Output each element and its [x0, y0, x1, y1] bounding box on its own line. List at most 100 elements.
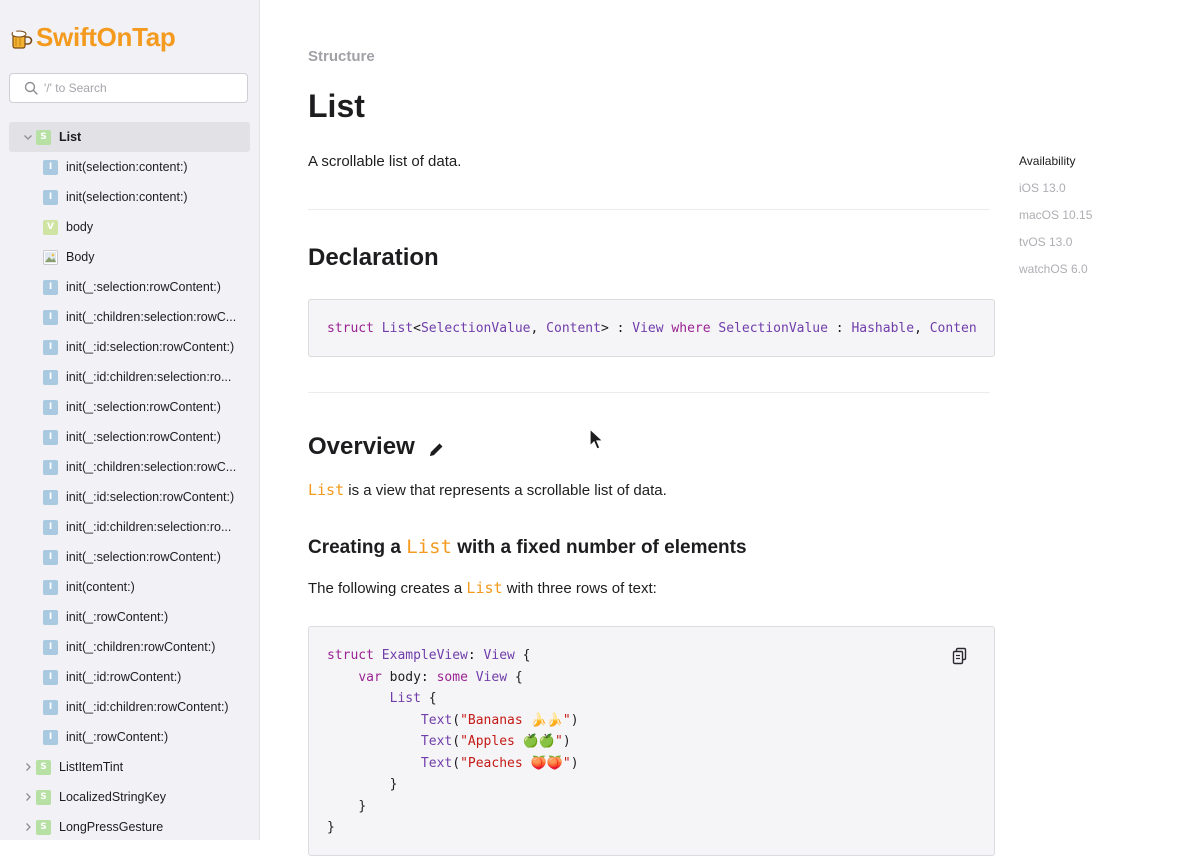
symbol-type-i-icon: I — [43, 579, 58, 595]
symbol-type-i-icon: I — [43, 639, 58, 655]
chevron-right-icon[interactable] — [22, 761, 34, 773]
sidebar: SwiftOnTap S List Iinit(selection:content:… — [0, 0, 260, 840]
divider — [308, 209, 990, 210]
image-type-icon — [43, 249, 58, 265]
sidebar-item[interactable]: Iinit(_:id:children:selection:ro... — [9, 512, 250, 542]
sidebar-section[interactable]: S LongPressGesture — [9, 812, 250, 840]
symbol-type-i-icon: I — [43, 669, 58, 685]
symbol-type-i-icon: I — [43, 369, 58, 385]
symbol-type-i-icon: I — [43, 519, 58, 535]
sidebar-item[interactable]: Iinit(selection:content:) — [9, 182, 250, 212]
symbol-type-i-icon: I — [43, 159, 58, 175]
sidebar-item[interactable]: Iinit(_:rowContent:) — [9, 602, 250, 632]
sidebar-item[interactable]: Iinit(_:selection:rowContent:) — [9, 542, 250, 572]
sidebar-item-label: init(_:children:rowContent:) — [66, 640, 216, 654]
section-paragraph: The following creates a List with three … — [308, 579, 657, 597]
overview-heading-text: Overview — [308, 433, 415, 460]
symbol-type-s-icon: S — [36, 789, 51, 805]
brand-logo[interactable]: Swift OnTap — [10, 20, 176, 54]
copy-icon[interactable] — [952, 647, 968, 665]
brand-name-ontap: OnTap — [96, 21, 176, 52]
sidebar-nav: S List Iinit(selection:content:) Iinit(sele… — [9, 122, 250, 840]
chevron-down-icon[interactable] — [22, 131, 34, 143]
sidebar-item-label: body — [66, 220, 94, 234]
symbol-type-i-icon: I — [43, 279, 58, 295]
sidebar-item[interactable]: Iinit(_:children:selection:rowC... — [9, 452, 250, 482]
search-box[interactable] — [9, 73, 248, 103]
sidebar-item-label: init(_:id:rowContent:) — [66, 670, 182, 684]
symbol-type-i-icon: I — [43, 429, 58, 445]
availability-title: Availability — [1019, 154, 1076, 168]
beer-mug-icon — [10, 26, 34, 49]
chevron-right-icon[interactable] — [22, 791, 34, 803]
declaration-code-block[interactable]: struct List<SelectionValue, Content> : V… — [308, 299, 995, 357]
sidebar-item-label: init(_:selection:rowContent:) — [66, 430, 221, 444]
sidebar-item-label: init(_:children:selection:rowC... — [66, 310, 237, 324]
symbol-type-i-icon: I — [43, 189, 58, 205]
search-input[interactable] — [44, 81, 234, 95]
section-heading: Creating a List with a fixed number of e… — [308, 536, 747, 558]
sidebar-item-label: init(_:children:selection:rowC... — [66, 460, 237, 474]
example-code: struct ExampleView: View { var body: som… — [327, 648, 579, 835]
sidebar-item[interactable]: Iinit(_:children:rowContent:) — [9, 632, 250, 662]
inline-code-list[interactable]: List — [466, 579, 502, 597]
symbol-type-s-icon: S — [36, 129, 51, 145]
sidebar-item[interactable]: Body — [9, 242, 250, 272]
edit-pencil-icon[interactable] — [427, 438, 445, 456]
sidebar-item[interactable]: Iinit(_:children:selection:rowC... — [9, 302, 250, 332]
search-icon — [24, 81, 38, 95]
sidebar-item[interactable]: Iinit(_:id:selection:rowContent:) — [9, 332, 250, 362]
symbol-type-v-icon: V — [43, 219, 58, 235]
declaration-heading: Declaration — [308, 244, 439, 271]
sidebar-item[interactable]: Iinit(content:) — [9, 572, 250, 602]
sidebar-item[interactable]: Iinit(_:id:children:selection:ro... — [9, 362, 250, 392]
inline-code-list[interactable]: List — [406, 536, 452, 558]
example-code-block[interactable]: struct ExampleView: View { var body: som… — [308, 626, 995, 856]
page-abstract: A scrollable list of data. — [308, 153, 462, 170]
sidebar-item-label: init(_:selection:rowContent:) — [66, 280, 221, 294]
sidebar-item[interactable]: Iinit(selection:content:) — [9, 152, 250, 182]
mouse-cursor-icon — [589, 427, 605, 452]
sidebar-item-label: init(content:) — [66, 580, 135, 594]
sidebar-item-label: init(selection:content:) — [66, 190, 188, 204]
symbol-type-i-icon: I — [43, 399, 58, 415]
symbol-type-i-icon: I — [43, 609, 58, 625]
symbol-type-i-icon: I — [43, 699, 58, 715]
sidebar-item[interactable]: Iinit(_:selection:rowContent:) — [9, 392, 250, 422]
sidebar-item-label: init(_:selection:rowContent:) — [66, 550, 221, 564]
sidebar-item[interactable]: Iinit(_:id:selection:rowContent:) — [9, 482, 250, 512]
sidebar-item[interactable]: Iinit(_:selection:rowContent:) — [9, 272, 250, 302]
availability-tvos: tvOS 13.0 — [1019, 235, 1073, 249]
page-title: List — [308, 88, 365, 124]
sidebar-item[interactable]: Iinit(_:id:children:rowContent:) — [9, 692, 250, 722]
availability-macos: macOS 10.15 — [1019, 208, 1093, 222]
divider — [308, 392, 990, 393]
symbol-type-i-icon: I — [43, 729, 58, 745]
symbol-type-i-icon: I — [43, 549, 58, 565]
sidebar-item[interactable]: Vbody — [9, 212, 250, 242]
sidebar-item-label: init(selection:content:) — [66, 160, 188, 174]
sidebar-item-label: init(_:id:selection:rowContent:) — [66, 490, 235, 504]
sidebar-item-label: LocalizedStringKey — [59, 790, 167, 804]
sidebar-item-label: LongPressGesture — [59, 820, 164, 834]
sidebar-item-label: ListItemTint — [59, 760, 124, 774]
sidebar-item[interactable]: Iinit(_:selection:rowContent:) — [9, 422, 250, 452]
sidebar-section[interactable]: S ListItemTint — [9, 752, 250, 782]
symbol-type-i-icon: I — [43, 309, 58, 325]
inline-code-list[interactable]: List — [308, 481, 344, 499]
sidebar-item[interactable]: Iinit(_:rowContent:) — [9, 722, 250, 752]
chevron-right-icon[interactable] — [22, 821, 34, 833]
sidebar-item[interactable]: Iinit(_:id:rowContent:) — [9, 662, 250, 692]
sidebar-item-label: init(_:selection:rowContent:) — [66, 400, 221, 414]
availability-panel: Availability iOS 13.0 macOS 10.15 tvOS 1… — [1019, 152, 1159, 287]
sidebar-section[interactable]: S List — [9, 122, 250, 152]
sidebar-item-label: init(_:rowContent:) — [66, 610, 169, 624]
availability-watchos: watchOS 6.0 — [1019, 262, 1088, 276]
sidebar-item-label: init(_:id:children:selection:ro... — [66, 520, 232, 534]
sidebar-item-label: init(_:id:selection:rowContent:) — [66, 340, 235, 354]
sidebar-item-label: init(_:id:children:selection:ro... — [66, 370, 232, 384]
symbol-type-s-icon: S — [36, 819, 51, 835]
sidebar-section[interactable]: S LocalizedStringKey — [9, 782, 250, 812]
sidebar-item-label: List — [59, 130, 82, 144]
declaration-code: struct List<SelectionValue, Content> : V… — [327, 321, 977, 336]
